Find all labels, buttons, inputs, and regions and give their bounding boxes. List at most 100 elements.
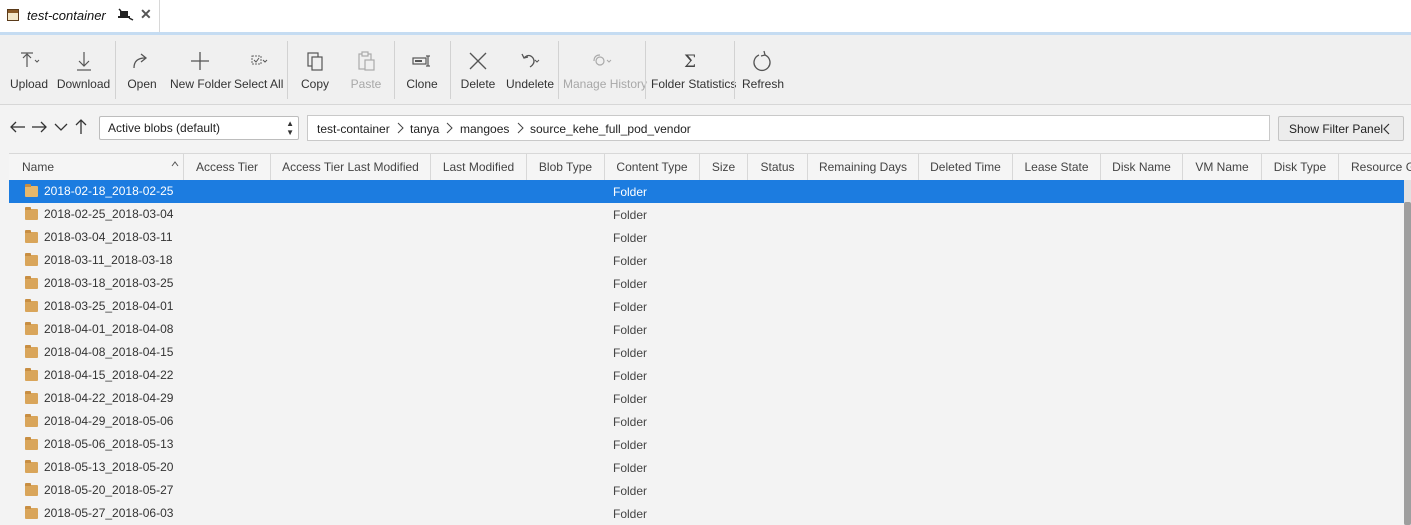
table-row[interactable]: 2018-03-18_2018-03-25 Folder — [9, 272, 1404, 295]
row-name: 2018-02-25_2018-03-04 — [44, 207, 174, 221]
row-content-type: Folder — [613, 208, 648, 222]
undelete-button[interactable]: Undelete — [506, 35, 554, 104]
table-row[interactable]: 2018-05-06_2018-05-13 Folder — [9, 433, 1404, 456]
manage-history-button[interactable]: Manage History — [563, 35, 647, 104]
paste-button[interactable]: Paste — [344, 35, 388, 104]
copy-button[interactable]: Copy — [295, 35, 335, 104]
container-icon — [7, 9, 19, 21]
row-name: 2018-03-04_2018-03-11 — [44, 230, 173, 244]
folder-icon — [25, 207, 38, 220]
sort-ascending-icon — [171, 161, 179, 167]
close-tab-icon[interactable]: ✕ — [140, 6, 152, 23]
forward-button[interactable] — [30, 117, 48, 137]
table-row[interactable]: 2018-02-25_2018-03-04 Folder — [9, 203, 1404, 226]
table-row[interactable]: 2018-03-11_2018-03-18 Folder — [9, 249, 1404, 272]
breadcrumb-item[interactable]: source_kehe_full_pod_vendor — [530, 122, 691, 136]
tab-bar: test-container ✕ — [0, 0, 1411, 32]
column-header-label: Blob Type — [538, 160, 593, 174]
up-button[interactable] — [72, 117, 90, 137]
table-row[interactable]: 2018-03-25_2018-04-01 Folder — [9, 295, 1404, 318]
breadcrumb-item[interactable]: mangoes — [460, 122, 509, 136]
column-header-disk-type[interactable]: Disk Type — [1262, 154, 1339, 180]
column-header-last-modified[interactable]: Last Modified — [431, 154, 527, 180]
column-header-label: VM Name — [1195, 160, 1249, 174]
column-header-label: Last Modified — [442, 160, 515, 174]
row-name: 2018-03-11_2018-03-18 — [44, 253, 173, 267]
select-all-button[interactable]: Select All — [234, 35, 283, 104]
blob-view-select-value: Active blobs (default) — [108, 121, 221, 135]
row-name: 2018-05-06_2018-05-13 — [44, 437, 174, 451]
breadcrumb: test-container tanya mangoes source_kehe… — [307, 115, 1270, 141]
column-header-resource-group[interactable]: Resource G — [1339, 154, 1411, 180]
column-header-label: Lease State — [1024, 160, 1089, 174]
column-header-label: Disk Name — [1112, 160, 1171, 174]
table-row[interactable]: 2018-04-29_2018-05-06 Folder — [9, 410, 1404, 433]
table-row[interactable]: 2018-04-01_2018-04-08 Folder — [9, 318, 1404, 341]
column-header-size[interactable]: Size — [700, 154, 748, 180]
row-name: 2018-04-15_2018-04-22 — [44, 368, 174, 382]
select-all-icon — [251, 55, 268, 65]
recent-locations-button[interactable] — [52, 117, 70, 137]
row-content-type: Folder — [613, 484, 648, 498]
sigma-icon: Σ — [684, 52, 696, 72]
breadcrumb-item[interactable]: tanya — [410, 122, 439, 136]
column-header-label: Remaining Days — [818, 160, 908, 174]
row-content-type: Folder — [613, 277, 648, 291]
row-content-type: Folder — [613, 323, 648, 337]
row-name: 2018-02-18_2018-02-25 — [44, 184, 174, 198]
refresh-button[interactable]: Refresh — [742, 35, 785, 104]
column-header-name[interactable]: Name — [9, 154, 184, 180]
column-header-blob-type[interactable]: Blob Type — [527, 154, 605, 180]
blob-view-select[interactable]: Active blobs (default) ▲ ▼ — [99, 116, 299, 140]
folder-icon — [25, 460, 38, 473]
column-header-lease-state[interactable]: Lease State — [1013, 154, 1101, 180]
delete-button[interactable]: Delete — [458, 35, 498, 104]
table-row[interactable]: 2018-05-27_2018-06-03 Folder — [9, 502, 1404, 525]
column-header-label: Deleted Time — [930, 160, 1001, 174]
grid-header: Name Access Tier Access Tier Last Modifi… — [9, 153, 1411, 181]
table-row[interactable]: 2018-04-08_2018-04-15 Folder — [9, 341, 1404, 364]
row-content-type: Folder — [613, 461, 648, 475]
table-row[interactable]: 2018-04-15_2018-04-22 Folder — [9, 364, 1404, 387]
tab-test-container[interactable]: test-container ✕ — [0, 0, 160, 32]
folder-icon — [25, 437, 38, 450]
new-folder-button[interactable]: New Folder — [170, 35, 231, 104]
column-header-content-type[interactable]: Content Type — [605, 154, 700, 180]
table-row[interactable]: 2018-05-13_2018-05-20 Folder — [9, 456, 1404, 479]
breadcrumb-separator-icon — [397, 122, 404, 134]
copy-icon — [307, 52, 323, 71]
pin-icon[interactable] — [116, 8, 134, 22]
row-content-type: Folder — [613, 392, 648, 406]
table-row[interactable]: 2018-05-20_2018-05-27 Folder — [9, 479, 1404, 502]
clone-button[interactable]: Clone — [402, 35, 442, 104]
open-button[interactable]: Open — [122, 35, 162, 104]
folder-icon — [25, 253, 38, 266]
row-name: 2018-04-08_2018-04-15 — [44, 345, 174, 359]
refresh-label: Refresh — [742, 77, 785, 91]
column-header-access-tier-last-modified[interactable]: Access Tier Last Modified — [271, 154, 431, 180]
copy-label: Copy — [300, 77, 329, 91]
column-header-status[interactable]: Status — [748, 154, 808, 180]
chevron-left-icon — [1383, 123, 1390, 135]
vertical-scrollbar-thumb[interactable] — [1404, 202, 1411, 525]
breadcrumb-item[interactable]: test-container — [317, 122, 390, 136]
show-filter-panel-button[interactable]: Show Filter Panel — [1278, 116, 1404, 141]
toolbar-separator — [115, 41, 116, 99]
row-content-type: Folder — [613, 346, 648, 360]
back-button[interactable] — [9, 117, 27, 137]
table-row[interactable]: 2018-04-22_2018-04-29 Folder — [9, 387, 1404, 410]
table-row[interactable]: 2018-03-04_2018-03-11 Folder — [9, 226, 1404, 249]
folder-statistics-button[interactable]: Σ Folder Statistics — [651, 35, 736, 104]
download-button[interactable]: Download — [56, 35, 111, 104]
column-header-disk-name[interactable]: Disk Name — [1101, 154, 1183, 180]
table-row[interactable]: 2018-02-18_2018-02-25 Folder — [9, 180, 1404, 203]
column-header-label: Content Type — [616, 160, 688, 174]
svg-text:Σ: Σ — [684, 52, 696, 72]
upload-icon — [21, 52, 40, 67]
chevron-down-icon — [54, 123, 68, 131]
upload-button[interactable]: Upload — [6, 35, 52, 104]
column-header-remaining-days[interactable]: Remaining Days — [808, 154, 919, 180]
column-header-deleted-time[interactable]: Deleted Time — [919, 154, 1013, 180]
column-header-access-tier[interactable]: Access Tier — [184, 154, 271, 180]
column-header-vm-name[interactable]: VM Name — [1183, 154, 1262, 180]
